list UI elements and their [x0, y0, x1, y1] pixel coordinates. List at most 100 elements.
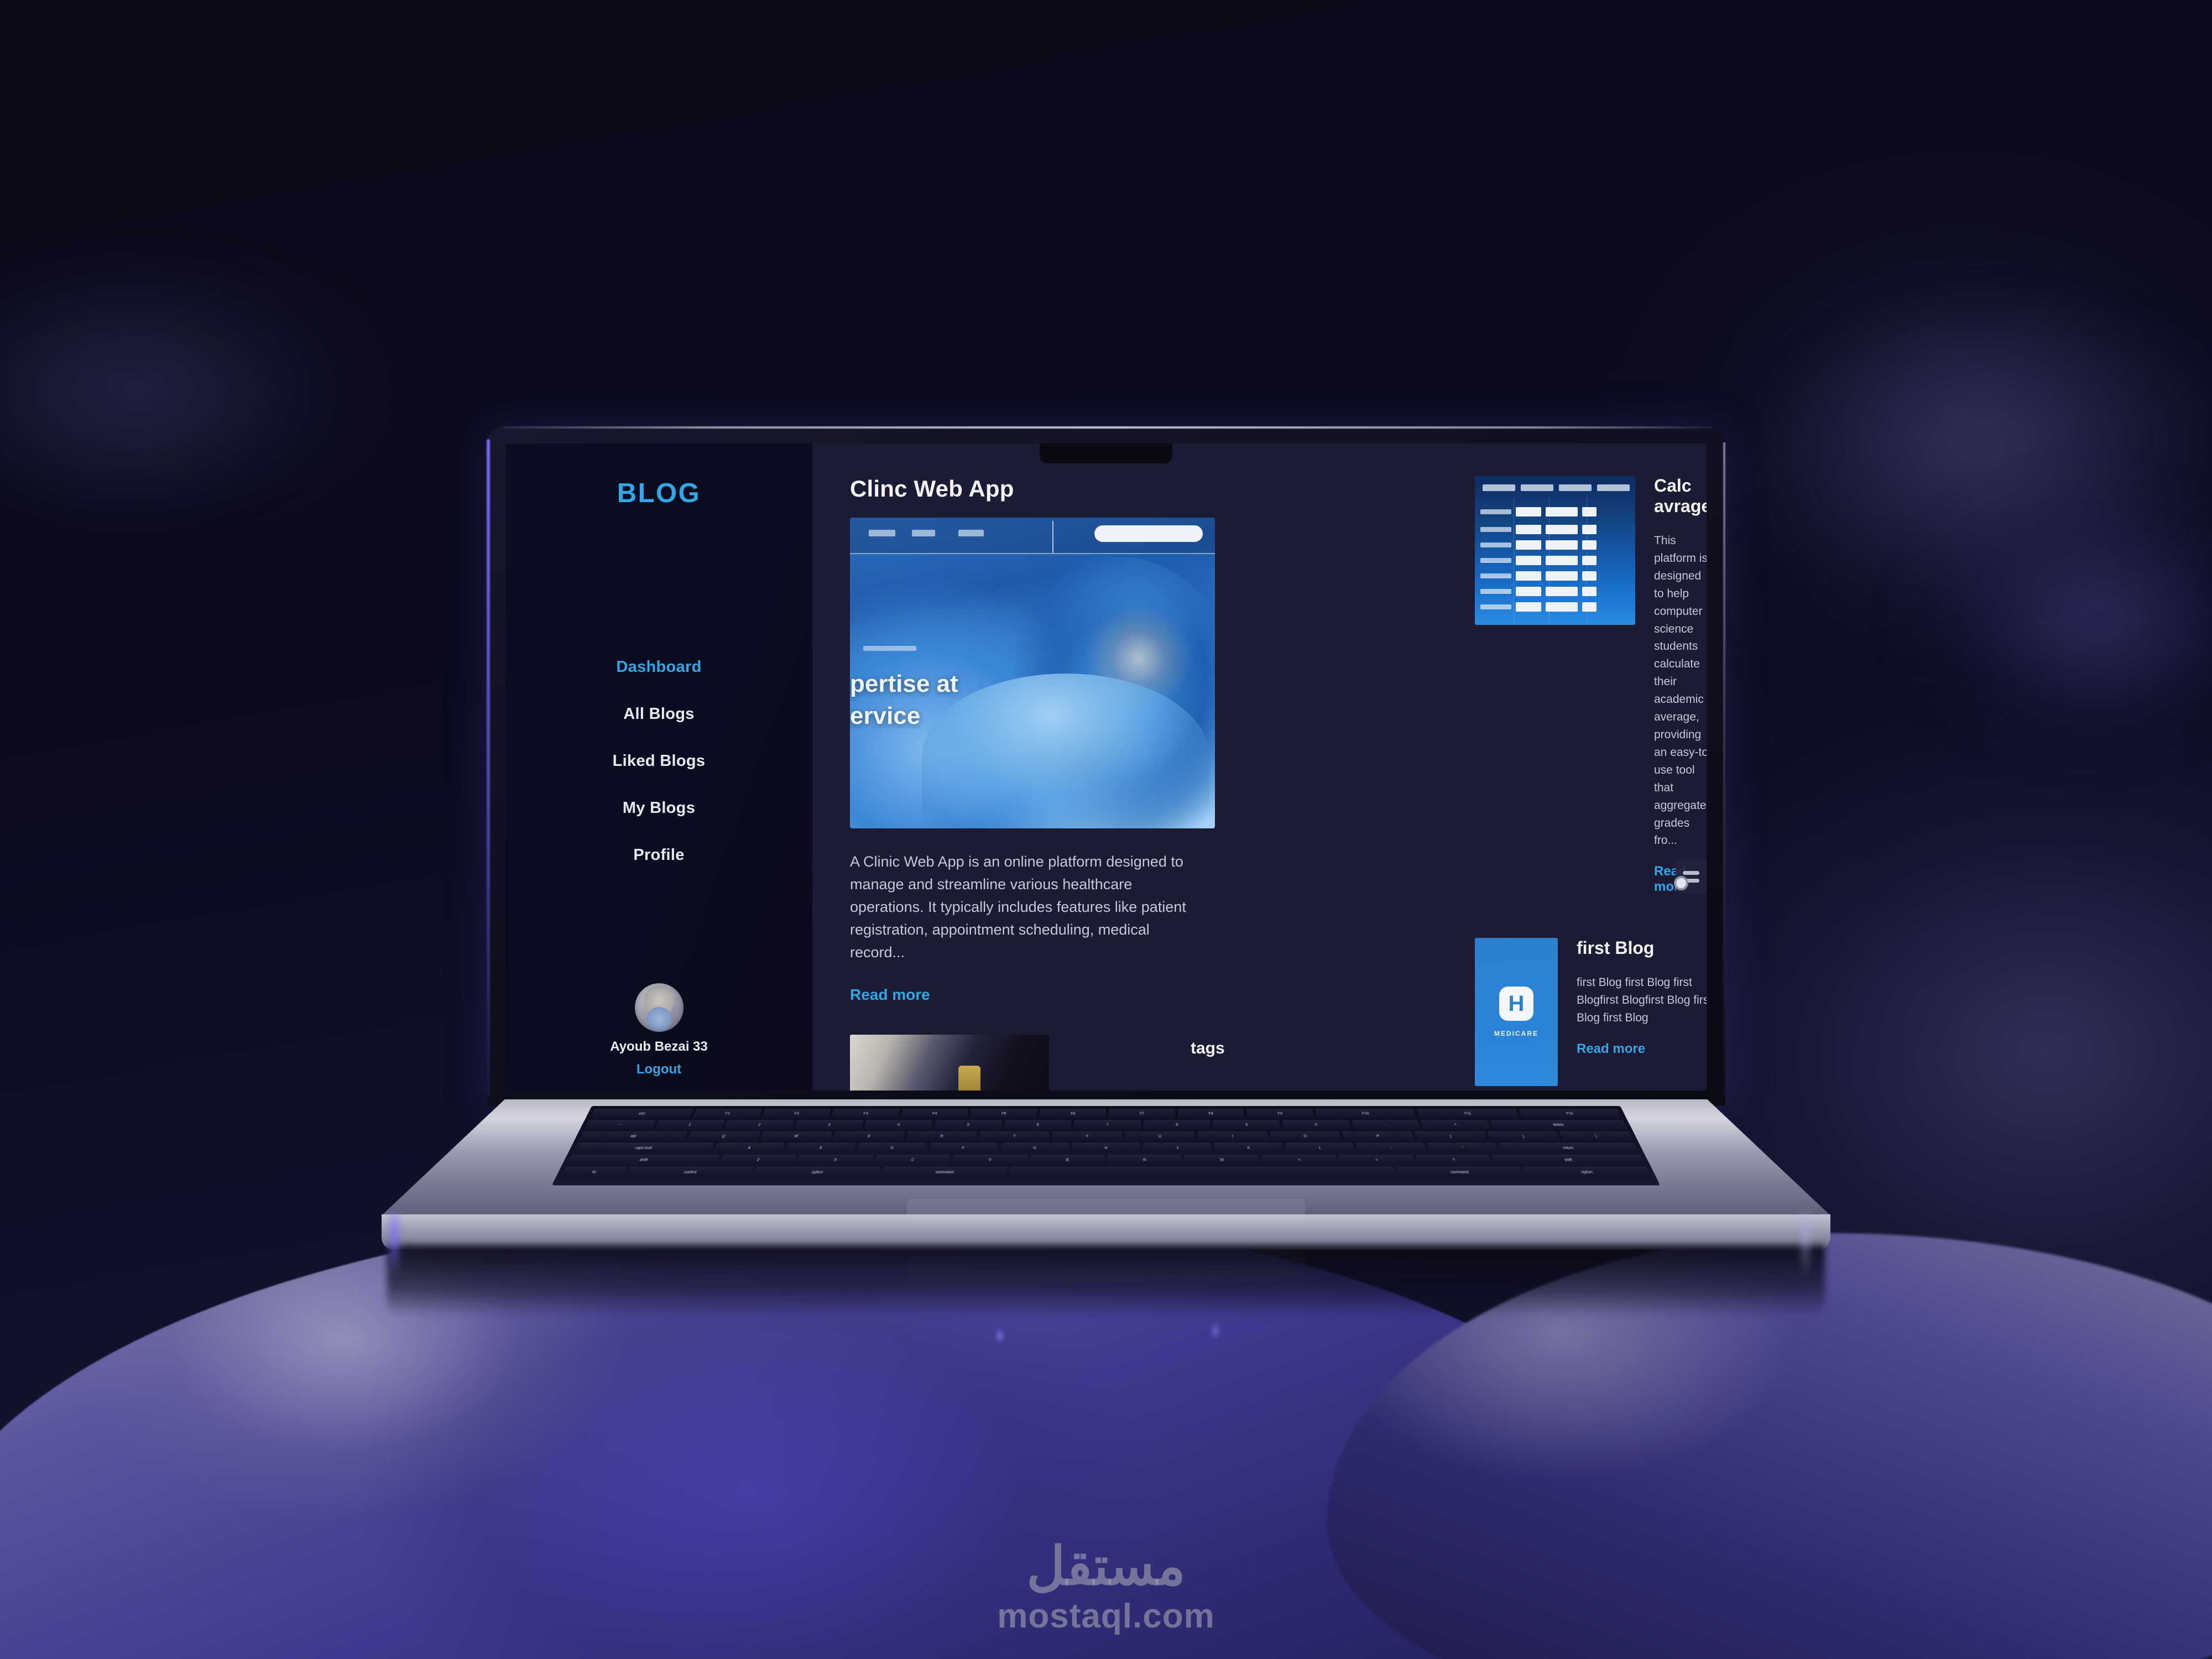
key-F6[interactable]: F6	[1039, 1109, 1107, 1118]
key-shift[interactable]: shift	[566, 1155, 720, 1165]
read-more-link-first-blog[interactable]: Read more	[1577, 1041, 1645, 1057]
key-X[interactable]: X	[796, 1155, 874, 1165]
key-F11[interactable]: F11	[1416, 1109, 1520, 1118]
key-Y[interactable]: Y	[1052, 1131, 1123, 1141]
sidebar-item-liked-blogs[interactable]: Liked Blogs	[613, 752, 706, 770]
key--[interactable]: -	[1351, 1120, 1421, 1130]
key-command[interactable]: command	[1396, 1167, 1524, 1177]
row-label	[1480, 542, 1511, 547]
key-{[interactable]: {	[1414, 1131, 1488, 1141]
key-}[interactable]: }	[1486, 1131, 1561, 1141]
key-F9[interactable]: F9	[1246, 1109, 1314, 1118]
card-text-calc-avrage: This platform is designed to help comput…	[1654, 534, 1707, 847]
key-A[interactable]: A	[713, 1143, 785, 1153]
key-|[interactable]: |	[1559, 1131, 1634, 1141]
laptop-keyboard[interactable]: esc F1 F2 F3 F4 F5 F6 F7 F8 F9 F10 F11 F12 ~1 2 3 4 5 6 7 8 9…	[551, 1106, 1661, 1186]
key-tab[interactable]: tab	[578, 1131, 688, 1141]
key-J[interactable]: J	[1142, 1143, 1212, 1153]
key-H[interactable]: H	[1071, 1143, 1141, 1153]
key-"[interactable]: "	[1427, 1143, 1499, 1153]
key-B[interactable]: B	[1030, 1155, 1105, 1165]
hero-search-box	[1094, 525, 1203, 542]
sidebar-item-dashboard[interactable]: Dashboard	[616, 658, 701, 676]
app-sidebar: BLOG Dashboard All Blogs Liked Blogs My …	[505, 444, 812, 1091]
key-:[interactable]: :	[1356, 1143, 1427, 1153]
key-8[interactable]: 8	[1143, 1120, 1211, 1130]
key-caps lock[interactable]: caps lock	[572, 1143, 714, 1153]
key-2[interactable]: 2	[724, 1120, 795, 1130]
key-fn[interactable]: fn	[560, 1167, 628, 1177]
key-control[interactable]: control	[625, 1167, 754, 1177]
sidebar-item-all-blogs[interactable]: All Blogs	[623, 705, 694, 723]
sidebar-item-profile[interactable]: Profile	[633, 846, 684, 864]
brand-logo[interactable]: BLOG	[617, 478, 701, 509]
key-N[interactable]: N	[1107, 1155, 1182, 1165]
key-F3[interactable]: F3	[831, 1109, 900, 1118]
key-F5[interactable]: F5	[970, 1109, 1037, 1118]
logout-button[interactable]: Logout	[637, 1062, 681, 1077]
key-E[interactable]: E	[833, 1131, 905, 1141]
key-F[interactable]: F	[928, 1143, 998, 1153]
key-option[interactable]: option	[1522, 1167, 1652, 1177]
key-F2[interactable]: F2	[762, 1109, 831, 1118]
read-more-link-featured[interactable]: Read more	[850, 986, 930, 1004]
row-input	[1516, 586, 1541, 596]
key-Q[interactable]: Q	[686, 1131, 760, 1141]
key-U[interactable]: U	[1124, 1131, 1196, 1141]
key-F10[interactable]: F10	[1314, 1109, 1417, 1118]
key-1[interactable]: 1	[654, 1120, 725, 1130]
key-F1[interactable]: F1	[692, 1109, 763, 1118]
hero-divider	[1052, 521, 1053, 553]
next-post-peek[interactable]: tags	[850, 1035, 1453, 1091]
key-F8[interactable]: F8	[1177, 1109, 1245, 1118]
key-0[interactable]: 0	[1282, 1120, 1351, 1130]
key-4[interactable]: 4	[864, 1120, 933, 1130]
key-S[interactable]: S	[785, 1143, 856, 1153]
watermark-arabic: مستقل	[1026, 1537, 1186, 1596]
key-6[interactable]: 6	[1004, 1120, 1072, 1130]
key-<[interactable]: <	[1261, 1155, 1338, 1165]
side-card-first-blog[interactable]: H MEDICARE first Blog first Blog first B…	[1475, 938, 1707, 1087]
side-card-calc-avrage[interactable]: Calc avrage This platform is designed to…	[1475, 476, 1707, 895]
key-?[interactable]: ?	[1415, 1155, 1493, 1165]
sidebar-item-my-blogs[interactable]: My Blogs	[623, 799, 695, 817]
key-esc[interactable]: esc	[590, 1109, 694, 1118]
key-command[interactable]: command	[881, 1167, 1008, 1177]
hero-image-navbar	[850, 518, 1215, 554]
key-Z[interactable]: Z	[719, 1155, 797, 1165]
key-M[interactable]: M	[1184, 1155, 1260, 1165]
key-delete[interactable]: delete	[1490, 1120, 1628, 1130]
key-O[interactable]: O	[1269, 1131, 1342, 1141]
key-G[interactable]: G	[1000, 1143, 1070, 1153]
key-option[interactable]: option	[753, 1167, 881, 1177]
key->[interactable]: >	[1338, 1155, 1416, 1165]
key-F4[interactable]: F4	[900, 1109, 969, 1118]
key-space[interactable]	[1009, 1167, 1396, 1177]
key-D[interactable]: D	[856, 1143, 927, 1153]
featured-post-image[interactable]: pertise at ervice	[850, 518, 1215, 828]
key-F12[interactable]: F12	[1518, 1109, 1622, 1118]
card-body: Calc avrage This platform is designed to…	[1654, 476, 1707, 895]
key-F7[interactable]: F7	[1109, 1109, 1176, 1118]
key-+[interactable]: +	[1420, 1120, 1491, 1130]
key-P[interactable]: P	[1342, 1131, 1415, 1141]
key-V[interactable]: V	[952, 1155, 1028, 1165]
key-C[interactable]: C	[874, 1155, 951, 1165]
key-9[interactable]: 9	[1212, 1120, 1281, 1130]
key-~[interactable]: ~	[584, 1120, 656, 1130]
key-5[interactable]: 5	[934, 1120, 1002, 1130]
key-3[interactable]: 3	[794, 1120, 864, 1130]
key-T[interactable]: T	[979, 1131, 1050, 1141]
settings-sliders-icon[interactable]	[1674, 859, 1707, 894]
key-W[interactable]: W	[759, 1131, 833, 1141]
key-shift[interactable]: shift	[1492, 1155, 1646, 1165]
key-7[interactable]: 7	[1073, 1120, 1141, 1130]
mostaql-watermark: مستقل mostaql.com	[0, 1540, 2212, 1636]
key-K[interactable]: K	[1214, 1143, 1284, 1153]
key-return[interactable]: return	[1498, 1143, 1640, 1153]
key-L[interactable]: L	[1285, 1143, 1356, 1153]
surgeon-gown	[922, 674, 1209, 828]
key-I[interactable]: I	[1197, 1131, 1269, 1141]
avatar[interactable]	[634, 983, 684, 1032]
key-R[interactable]: R	[906, 1131, 978, 1141]
